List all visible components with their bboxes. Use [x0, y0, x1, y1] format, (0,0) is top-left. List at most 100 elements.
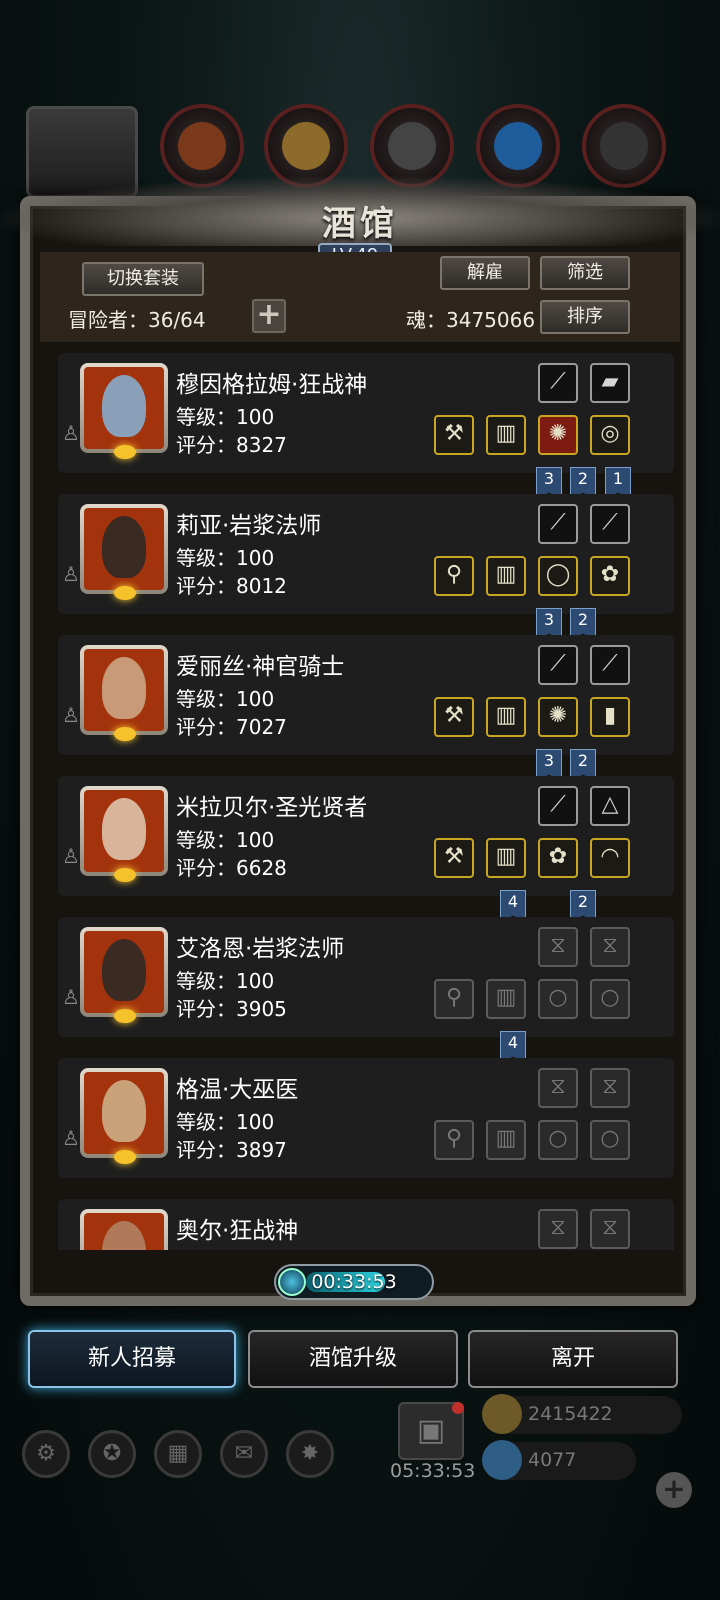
soul-count: 魂：3475066	[406, 308, 536, 332]
notification-dot	[452, 1402, 464, 1414]
gear-slot[interactable]: ▥	[486, 415, 526, 455]
hero-head	[102, 1080, 146, 1142]
page-title: 酒馆	[322, 204, 398, 244]
filter-button[interactable]: 筛选	[540, 256, 630, 290]
empty-gear-slot[interactable]: ⚲	[434, 979, 474, 1019]
gift-timer: 05:33:53	[390, 1460, 476, 1482]
gear-slot[interactable]: ✺	[538, 697, 578, 737]
hero-portrait[interactable]	[80, 363, 168, 459]
hero-head	[102, 516, 146, 578]
hero-level: 等级：100	[176, 405, 275, 429]
empty-gear-slot[interactable]: ○	[538, 1120, 578, 1160]
hero-face	[84, 649, 164, 731]
dismiss-button[interactable]: 解雇	[440, 256, 530, 290]
gear-slot[interactable]: ⚒	[434, 697, 474, 737]
hero-name: 格温·大巫医	[176, 1077, 299, 1103]
gear-slot[interactable]: ✿	[538, 838, 578, 878]
gem-amount: 4077	[528, 1449, 577, 1471]
timer-text: 00:33:53	[311, 1271, 397, 1293]
add-currency-icon[interactable]: +	[656, 1472, 692, 1508]
skill-slot[interactable]: ⟋	[538, 786, 578, 826]
hero-head	[102, 939, 146, 1001]
gear-slot[interactable]: ⚒	[434, 415, 474, 455]
hero-head	[102, 798, 146, 860]
moon-badge-icon	[114, 1009, 136, 1023]
hero-card[interactable]: ♙ 爱丽丝·神官骑士 等级：100 评分：7027 ⟋ ⟋ ⚒ ▥ ✺ ▮	[58, 635, 674, 755]
empty-gear-slot[interactable]: ○	[538, 979, 578, 1019]
hero-name: 米拉贝尔·圣光贤者	[176, 795, 368, 821]
hero-level: 等级：100	[176, 546, 275, 570]
empty-gear-slot[interactable]: ○	[590, 1120, 630, 1160]
empty-skill-slot[interactable]: ⧖	[590, 1209, 630, 1249]
skill-slot[interactable]: ⟋	[538, 363, 578, 403]
hero-portrait[interactable]	[80, 504, 168, 600]
board-icon[interactable]: ▦	[154, 1430, 202, 1478]
gear-slot[interactable]: ✿	[590, 556, 630, 596]
empty-skill-slot[interactable]: ⧖	[538, 1068, 578, 1108]
skill-slot[interactable]: ⟋	[590, 504, 630, 544]
gear-slot[interactable]: ▥	[486, 838, 526, 878]
empty-skill-slot[interactable]: ⧖	[590, 927, 630, 967]
empty-gear-slot[interactable]: ○	[590, 979, 630, 1019]
empty-skill-slot[interactable]: ⧖	[538, 1209, 578, 1249]
hero-card[interactable]: ♙ 莉亚·岩浆法师 等级：100 评分：8012 ⟋ ⟋ ⚲ ▥ ◯ ✿	[58, 494, 674, 614]
empty-skill-slot[interactable]: ⧖	[538, 927, 578, 967]
sort-button[interactable]: 排序	[540, 300, 630, 334]
empty-skill-slot[interactable]: ⧖	[590, 1068, 630, 1108]
hero-head	[102, 1221, 146, 1250]
plus-icon[interactable]: +	[252, 299, 286, 333]
gear-slot[interactable]: ▥	[486, 556, 526, 596]
hero-card[interactable]: ♙ 穆因格拉姆·狂战神 等级：100 评分：8327 ⟋ ▰ ⚒ ▥ ✺ ◎	[58, 353, 674, 473]
skill-slot[interactable]: ⟋	[538, 645, 578, 685]
gear-slot[interactable]: ⚒	[434, 838, 474, 878]
hero-card[interactable]: ♙ 艾洛恩·岩浆法师 等级：100 评分：3905 ⧖ ⧖ ⚲ ▥ ○ ○	[58, 917, 674, 1037]
hero-portrait[interactable]	[80, 1209, 168, 1250]
gear-slot[interactable]: ◠	[590, 838, 630, 878]
hero-name: 艾洛恩·岩浆法师	[176, 936, 345, 962]
leave-button[interactable]: 离开	[468, 1330, 678, 1388]
hero-name: 奥尔·狂战神	[176, 1218, 299, 1244]
skill-slot[interactable]: △	[590, 786, 630, 826]
empty-gear-slot[interactable]: ▥	[486, 1120, 526, 1160]
gear-slot[interactable]: ⚲	[434, 556, 474, 596]
empty-gear-slot[interactable]: ⚲	[434, 1120, 474, 1160]
swirl-icon[interactable]: ✸	[286, 1430, 334, 1478]
moon-badge-icon	[114, 586, 136, 600]
gold-amount: 2415422	[528, 1403, 613, 1425]
hero-level: 等级：100	[176, 828, 275, 852]
recruit-button[interactable]: 新人招募	[28, 1330, 236, 1388]
gear-slot[interactable]: ✺	[538, 415, 578, 455]
hero-list[interactable]: ♙ 穆因格拉姆·狂战神 等级：100 评分：8327 ⟋ ▰ ⚒ ▥ ✺ ◎ 3 2 1 ♙ 莉亚·岩浆法师…	[44, 352, 676, 1250]
upgrade-tavern-button[interactable]: 酒馆升级	[248, 1330, 458, 1388]
hero-score: 评分：3905	[176, 997, 287, 1021]
figure-icon: ♙	[62, 562, 80, 586]
hero-portrait[interactable]	[80, 1068, 168, 1164]
mail-icon[interactable]: ✉	[220, 1430, 268, 1478]
hero-card[interactable]: ♙ 米拉贝尔·圣光贤者 等级：100 评分：6628 ⟋ △ ⚒ ▥ ✿ ◠	[58, 776, 674, 896]
hero-face	[84, 1072, 164, 1154]
skill-slot[interactable]: ⟋	[590, 645, 630, 685]
gear-slot[interactable]: ◎	[590, 415, 630, 455]
star-icon[interactable]: ✪	[88, 1430, 136, 1478]
hero-head	[102, 657, 146, 719]
gear-slot[interactable]: ▥	[486, 697, 526, 737]
skill-slot[interactable]: ⟋	[538, 504, 578, 544]
hero-face	[84, 1213, 164, 1250]
moon-badge-icon	[114, 1150, 136, 1164]
skill-slot[interactable]: ▰	[590, 363, 630, 403]
hero-portrait[interactable]	[80, 927, 168, 1023]
gear-slot[interactable]: ▮	[590, 697, 630, 737]
hero-card[interactable]: ♙ 格温·大巫医 等级：100 评分：3897 ⧖ ⧖ ⚲ ▥ ○ ○	[58, 1058, 674, 1178]
hero-portrait[interactable]	[80, 645, 168, 741]
figure-icon: ♙	[62, 985, 80, 1009]
switch-outfit-button[interactable]: 切换套装	[82, 262, 204, 296]
empty-gear-slot[interactable]: ▥	[486, 979, 526, 1019]
hero-score: 评分：8012	[176, 574, 287, 598]
gear-slot[interactable]: ◯	[538, 556, 578, 596]
hero-face	[84, 367, 164, 449]
gem-icon	[482, 1440, 522, 1480]
settings-gear-icon[interactable]: ⚙	[22, 1430, 70, 1478]
hero-card[interactable]: ♙奥尔·狂战神⧖⧖	[58, 1199, 674, 1250]
hero-portrait[interactable]	[80, 786, 168, 882]
hero-name: 莉亚·岩浆法师	[176, 513, 322, 539]
